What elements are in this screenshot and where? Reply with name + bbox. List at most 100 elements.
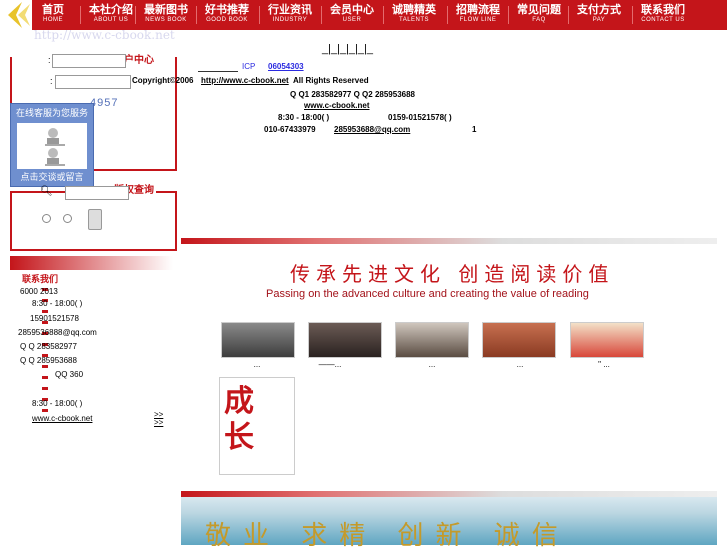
username-input[interactable]	[52, 54, 126, 68]
search-input[interactable]	[65, 186, 129, 200]
contact-title: 联系我们	[22, 274, 59, 284]
nav-item-sublabel: GOOD BOOK	[206, 17, 248, 23]
book-cover[interactable]	[221, 322, 295, 358]
agent-icon	[45, 148, 65, 166]
nav-item-user[interactable]: 会员中心 USER	[323, 3, 381, 25]
radio-option-2[interactable]	[63, 214, 72, 223]
email-link[interactable]: 285953688@qq.com	[334, 125, 410, 134]
book-caption[interactable]: " ...	[574, 360, 634, 369]
copyright-text: Copyright©2006	[132, 76, 194, 85]
contact-section-bar	[10, 256, 173, 270]
nav-item-sublabel: FAQ	[532, 17, 546, 23]
footer-site-link[interactable]: www.c-cbook.net	[304, 101, 370, 110]
mobile-number: 0159-01521578( )	[388, 113, 452, 122]
agent-icon	[45, 128, 65, 146]
nav-item-label: 首页	[42, 3, 64, 16]
nav-separator	[508, 6, 509, 24]
nav-item-sublabel: HOME	[43, 17, 63, 23]
nav-separator	[383, 6, 384, 24]
rights-text: All Rights Reserved	[293, 76, 369, 85]
nav-item-label: 会员中心	[330, 3, 374, 16]
nav-separator	[80, 6, 81, 24]
nav-separator	[632, 6, 633, 24]
book-cover[interactable]	[570, 322, 644, 358]
username-label: :	[48, 55, 51, 65]
book-caption[interactable]: ...	[402, 360, 462, 369]
online-service-widget: 在线客服为您服务 点击交谈或留言	[10, 103, 94, 187]
nav-separator	[568, 6, 569, 24]
motto-text: 敬业 求精 创新 诚信	[205, 521, 570, 551]
contact-line: 2859536888@qq.com	[18, 328, 97, 337]
nav-separator	[447, 6, 448, 24]
book-caption[interactable]: ——...	[300, 360, 360, 369]
more-link-2[interactable]: >>	[154, 418, 163, 427]
chat-button[interactable]: 点击交谈或留言	[13, 170, 91, 182]
nav-item-sublabel: NEWS BOOK	[145, 17, 187, 23]
nav-item-sublabel: USER	[342, 17, 362, 23]
book-caption[interactable]: ...	[490, 360, 550, 369]
icp-number[interactable]: 06054303	[268, 62, 304, 71]
nav-item-talents[interactable]: 诚聘精英 TALENTS	[385, 3, 443, 25]
sub-links[interactable]: _|_|_|_|_|_	[322, 43, 373, 55]
nav-item-sublabel: TALENTS	[398, 17, 430, 23]
banner-top-bar	[181, 238, 717, 244]
nav-item-label: 联系我们	[641, 3, 685, 16]
nav-item-label: 最新图书	[144, 3, 188, 16]
nav-separator	[196, 6, 197, 24]
contact-line: Q Q 285953688	[20, 356, 77, 365]
nav-item-label: 常见问题	[517, 3, 561, 16]
search-button[interactable]	[88, 209, 102, 230]
featured-book-title: 成长	[224, 384, 254, 455]
contact-site-link[interactable]: www.c-cbook.net	[32, 414, 92, 423]
nav-item-sublabel: CONTACT US	[641, 17, 685, 23]
book-caption[interactable]: ...	[227, 360, 287, 369]
nav-item-about-us[interactable]: 本社介绍 ABOUT US	[82, 3, 140, 25]
nav-item-good-book[interactable]: 好书推荐 GOOD BOOK	[198, 3, 256, 25]
office-hours: 8:30 - 18:00( )	[278, 113, 330, 122]
contact-line: 8:30 - 18:00( )	[32, 399, 83, 408]
nav-item-contact-us[interactable]: 联系我们 CONTACT US	[634, 3, 692, 25]
service-title: 在线客服为您服务	[15, 108, 88, 118]
service-agents	[17, 123, 87, 169]
nav-item-pay[interactable]: 支付方式 PAY	[570, 3, 628, 25]
nav-item-sublabel: INDUSTRY	[272, 17, 308, 23]
nav-item-news-book[interactable]: 最新图书 NEWS BOOK	[137, 3, 195, 25]
copyright-link[interactable]: http://www.c-cbook.net	[201, 76, 289, 85]
nav-item-home[interactable]: 首页 HOME	[24, 3, 82, 25]
featured-book[interactable]: 成长	[219, 377, 295, 475]
slogan-english: Passing on the advanced culture and crea…	[266, 288, 589, 300]
search-icon: 🔍︎	[40, 186, 53, 197]
nav-item-faq[interactable]: 常见问题 FAQ	[510, 3, 568, 25]
book-cover[interactable]	[395, 322, 469, 358]
icp-underline	[198, 71, 238, 72]
logo-url[interactable]: http://www.c-cbook.net	[34, 28, 175, 42]
qq-numbers: Q Q1 283582977 Q Q2 285953688	[290, 90, 415, 99]
radio-option-1[interactable]	[42, 214, 51, 223]
password-input[interactable]	[55, 75, 131, 89]
nav-item-label: 招聘流程	[456, 3, 500, 16]
contact-line: 6000 2013	[20, 287, 58, 296]
nav-item-sublabel: FLOW LINE	[459, 17, 497, 23]
nav-item-label: 行业资讯	[268, 3, 312, 16]
telephone: 010-67433979	[264, 125, 316, 134]
nav-item-flow-line[interactable]: 招聘流程 FLOW LINE	[449, 3, 507, 25]
nav-item-label: 好书推荐	[205, 3, 249, 16]
nav-item-label: 诚聘精英	[392, 3, 436, 16]
nav-separator	[321, 6, 322, 24]
nav-item-sublabel: PAY	[592, 17, 606, 23]
code-digits: 4957	[90, 97, 119, 109]
icp-label: ICP	[242, 62, 256, 71]
nav-item-industry[interactable]: 行业资讯 INDUSTRY	[261, 3, 319, 25]
contact-line: QQ 360	[55, 370, 84, 379]
footnote-one: 1	[472, 125, 477, 134]
nav-item-label: 本社介绍	[89, 3, 133, 16]
contact-line: 15901521578	[30, 314, 79, 323]
nav-separator	[259, 6, 260, 24]
password-label: :	[50, 76, 53, 86]
book-cover[interactable]	[482, 322, 556, 358]
contact-line: Q Q 283582977	[20, 342, 77, 351]
nav-item-label: 支付方式	[577, 3, 621, 16]
book-cover[interactable]	[308, 322, 382, 358]
nav-separator	[135, 6, 136, 24]
banner-top-bar-2	[181, 491, 717, 497]
